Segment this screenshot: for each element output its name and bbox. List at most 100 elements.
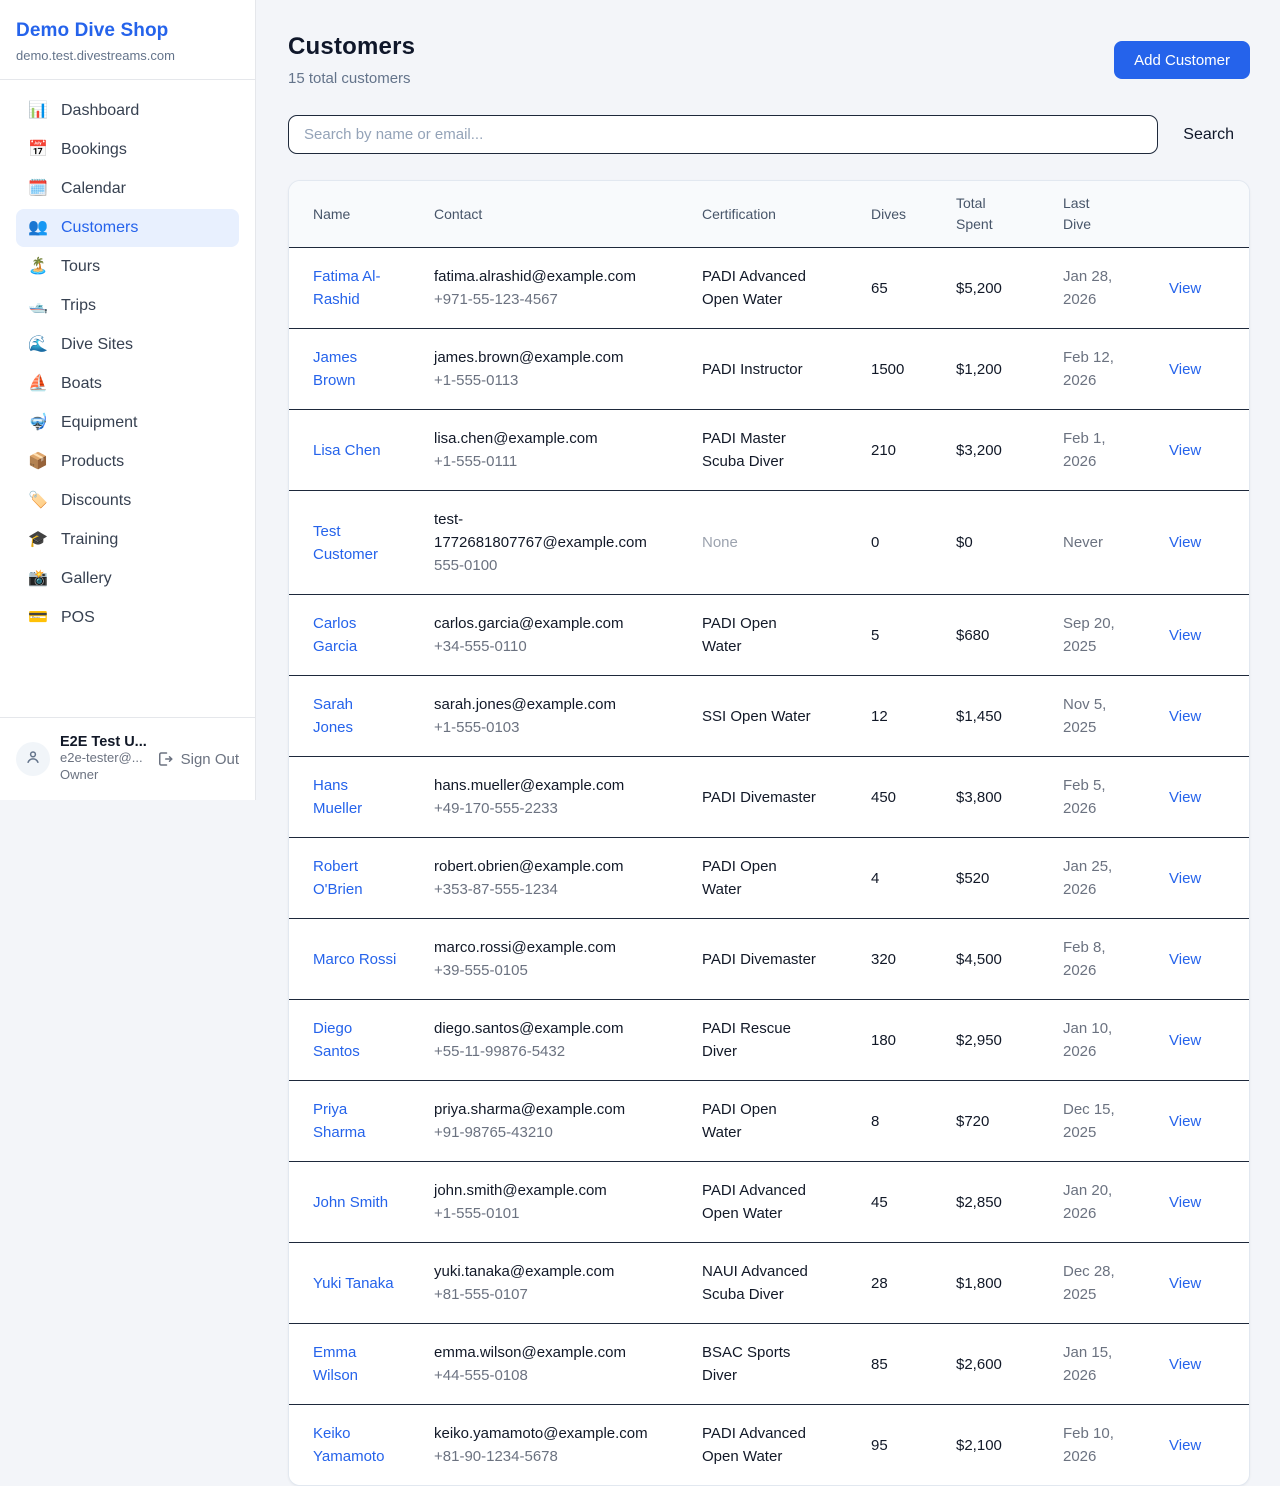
sidebar-item-discounts[interactable]: 🏷️ Discounts <box>16 482 239 520</box>
sidebar-item-training[interactable]: 🎓 Training <box>16 521 239 559</box>
user-role: Owner <box>60 767 146 784</box>
customer-email: fatima.alrashid@example.com <box>434 265 651 288</box>
customer-name-link[interactable]: James Brown <box>313 346 397 392</box>
customer-name-link[interactable]: Marco Rossi <box>313 948 396 971</box>
shop-name: Demo Dive Shop <box>16 20 239 42</box>
customer-phone: +34-555-0110 <box>434 635 686 658</box>
customer-phone: +971-55-123-4567 <box>434 288 686 311</box>
view-link[interactable]: View <box>1169 280 1201 297</box>
sidebar-item-bookings[interactable]: 📅 Bookings <box>16 131 239 169</box>
customer-name-link[interactable]: Fatima Al-Rashid <box>313 265 397 311</box>
table-row: Sarah Jones sarah.jones@example.com +1-5… <box>289 676 1249 757</box>
sidebar-item-gallery[interactable]: 📸 Gallery <box>16 560 239 598</box>
sidebar-item-trips[interactable]: 🛥️ Trips <box>16 287 239 325</box>
customer-certification: NAUI Advanced Scuba Diver <box>702 1260 818 1306</box>
customer-certification: PADI Master Scuba Diver <box>702 427 818 473</box>
sidebar-item-pos[interactable]: 💳 POS <box>16 599 239 637</box>
search-input[interactable] <box>288 115 1158 154</box>
view-link[interactable]: View <box>1169 789 1201 806</box>
user-avatar <box>16 742 50 776</box>
customer-dives: 45 <box>871 1162 956 1243</box>
sidebar-item-calendar[interactable]: 🗓️ Calendar <box>16 170 239 208</box>
customer-dives: 1500 <box>871 329 956 410</box>
sidebar-item-dive-sites[interactable]: 🌊 Dive Sites <box>16 326 239 364</box>
customer-name-link[interactable]: Robert O'Brien <box>313 855 397 901</box>
view-link[interactable]: View <box>1169 1437 1201 1454</box>
sidebar-item-customers[interactable]: 👥 Customers <box>16 209 239 247</box>
table-row: Lisa Chen lisa.chen@example.com +1-555-0… <box>289 410 1249 491</box>
view-link[interactable]: View <box>1169 1194 1201 1211</box>
sign-out-label: Sign Out <box>181 751 239 768</box>
view-link[interactable]: View <box>1169 361 1201 378</box>
sidebar-item-dashboard[interactable]: 📊 Dashboard <box>16 92 239 130</box>
customer-last-dive: Sep 20, 2025 <box>1063 612 1119 658</box>
column-header-name: Name <box>289 181 434 248</box>
sidebar: Demo Dive Shop demo.test.divestreams.com… <box>0 0 256 800</box>
customer-name-link[interactable]: John Smith <box>313 1191 388 1214</box>
sign-out-icon <box>156 750 174 768</box>
customer-certification: PADI Divemaster <box>702 786 818 809</box>
package-icon: 📦 <box>28 454 48 470</box>
customer-email: lisa.chen@example.com <box>434 427 651 450</box>
table-row: Yuki Tanaka yuki.tanaka@example.com +81-… <box>289 1243 1249 1324</box>
customer-name-link[interactable]: Emma Wilson <box>313 1341 397 1387</box>
customer-phone: +49-170-555-2233 <box>434 797 686 820</box>
customer-last-dive: Jan 28, 2026 <box>1063 265 1119 311</box>
table-row: James Brown james.brown@example.com +1-5… <box>289 329 1249 410</box>
view-link[interactable]: View <box>1169 442 1201 459</box>
customer-last-dive: Jan 15, 2026 <box>1063 1341 1119 1387</box>
view-link[interactable]: View <box>1169 951 1201 968</box>
customer-total-spent: $5,200 <box>956 248 1063 329</box>
customer-total-spent: $2,850 <box>956 1162 1063 1243</box>
table-row: Hans Mueller hans.mueller@example.com +4… <box>289 757 1249 838</box>
column-header-total-spent: Total Spent <box>956 181 1063 248</box>
graduation-cap-icon: 🎓 <box>28 532 48 548</box>
sidebar-item-boats[interactable]: ⛵ Boats <box>16 365 239 403</box>
view-link[interactable]: View <box>1169 1032 1201 1049</box>
page-title: Customers <box>288 33 415 61</box>
customer-name-link[interactable]: Carlos Garcia <box>313 612 397 658</box>
customers-table: NameContactCertificationDivesTotal Spent… <box>289 181 1249 1485</box>
bar-chart-icon: 📊 <box>28 103 48 119</box>
customer-name-link[interactable]: Hans Mueller <box>313 774 397 820</box>
customer-phone: +1-555-0101 <box>434 1202 686 1225</box>
view-link[interactable]: View <box>1169 627 1201 644</box>
main-header: Customers 15 total customers Add Custome… <box>288 33 1250 87</box>
view-link[interactable]: View <box>1169 1356 1201 1373</box>
customer-certification: PADI Advanced Open Water <box>702 1422 818 1468</box>
customer-name-link[interactable]: Yuki Tanaka <box>313 1272 394 1295</box>
camera-icon: 📸 <box>28 571 48 587</box>
sidebar-item-products[interactable]: 📦 Products <box>16 443 239 481</box>
add-customer-button[interactable]: Add Customer <box>1114 41 1250 79</box>
customer-certification: SSI Open Water <box>702 705 818 728</box>
view-link[interactable]: View <box>1169 870 1201 887</box>
search-button[interactable]: Search <box>1158 126 1250 144</box>
customer-email: emma.wilson@example.com <box>434 1341 651 1364</box>
customer-name-link[interactable]: Sarah Jones <box>313 693 397 739</box>
customer-total-spent: $1,450 <box>956 676 1063 757</box>
customer-name-link[interactable]: Test Customer <box>313 520 397 566</box>
customer-dives: 4 <box>871 838 956 919</box>
person-icon <box>24 748 42 771</box>
view-link[interactable]: View <box>1169 534 1201 551</box>
sidebar-header: Demo Dive Shop demo.test.divestreams.com <box>0 0 255 80</box>
sidebar-item-tours[interactable]: 🏝️ Tours <box>16 248 239 286</box>
view-link[interactable]: View <box>1169 1275 1201 1292</box>
customer-email: sarah.jones@example.com <box>434 693 651 716</box>
customer-name-link[interactable]: Diego Santos <box>313 1017 397 1063</box>
customer-certification: PADI Instructor <box>702 358 818 381</box>
customer-email: james.brown@example.com <box>434 346 651 369</box>
view-link[interactable]: View <box>1169 708 1201 725</box>
customer-phone: 555-0100 <box>434 554 686 577</box>
view-link[interactable]: View <box>1169 1113 1201 1130</box>
customer-certification: None <box>702 531 818 554</box>
customer-name-link[interactable]: Lisa Chen <box>313 439 381 462</box>
customer-name-link[interactable]: Keiko Yamamoto <box>313 1422 397 1468</box>
customer-last-dive: Jan 10, 2026 <box>1063 1017 1119 1063</box>
customer-name-link[interactable]: Priya Sharma <box>313 1098 397 1144</box>
user-name: E2E Test U... <box>60 734 146 750</box>
sidebar-item-equipment[interactable]: 🤿 Equipment <box>16 404 239 442</box>
customer-dives: 85 <box>871 1324 956 1405</box>
customer-certification: PADI Open Water <box>702 1098 818 1144</box>
sign-out-button[interactable]: Sign Out <box>156 750 239 768</box>
